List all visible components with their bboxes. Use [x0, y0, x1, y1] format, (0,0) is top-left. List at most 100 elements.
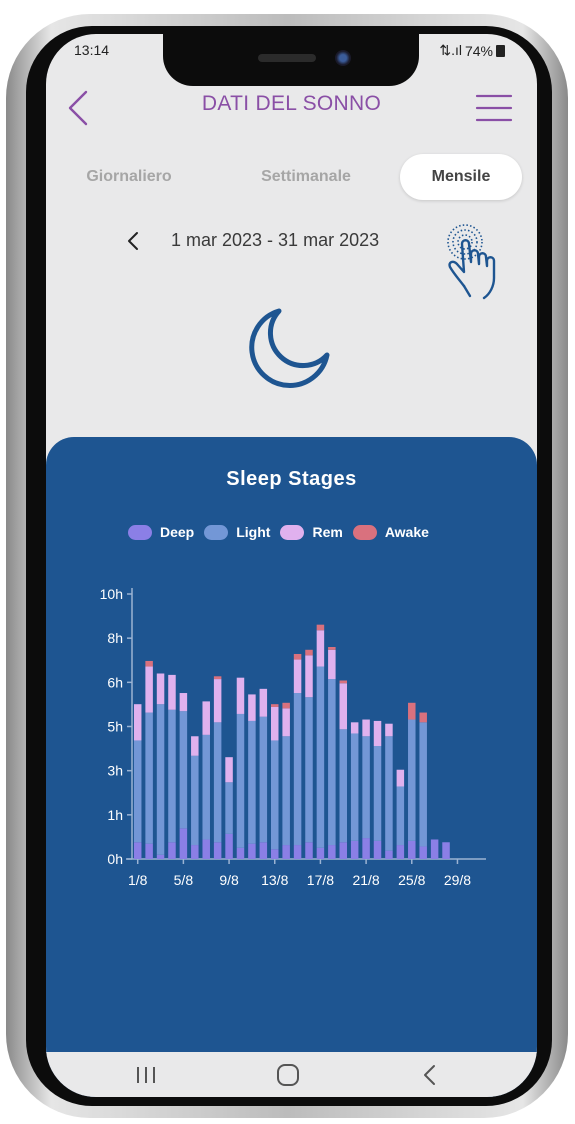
bar-light — [316, 666, 325, 848]
bar-light — [202, 734, 210, 840]
bar-rem — [213, 679, 222, 723]
bar-deep — [202, 839, 210, 859]
bar-light — [145, 712, 153, 844]
x-tick-label: 25/8 — [398, 872, 425, 888]
x-tick-label: 9/8 — [219, 872, 239, 888]
bar-awake — [316, 624, 325, 631]
bar-light — [373, 746, 382, 841]
bar-light — [362, 736, 370, 839]
bar-deep — [419, 846, 427, 859]
tab-monthly[interactable]: Mensile — [400, 154, 522, 200]
sleep-stages-chart: 0h 1h 3h 5h 6h 8h 10h 1/8 5/8 9/8 13/8 17/8 21/8 25/8… — [100, 586, 486, 888]
bar-deep — [145, 843, 153, 859]
bar-rem — [168, 674, 176, 710]
y-tick-label: 3h — [107, 763, 123, 779]
previous-period-icon[interactable] — [124, 226, 142, 256]
bar-rem — [248, 694, 256, 721]
x-tick-label: 21/8 — [352, 872, 379, 888]
bar-rem — [316, 630, 325, 667]
chart-title: Sleep Stages — [226, 468, 357, 490]
bar-light — [213, 722, 222, 843]
bar-rem — [191, 736, 199, 756]
bar-rem — [328, 649, 336, 680]
back-nav-icon[interactable] — [410, 1060, 450, 1090]
y-tick-label: 1h — [107, 807, 123, 823]
bar-deep — [225, 833, 233, 859]
x-tick-label: 17/8 — [307, 872, 334, 888]
bar-deep — [362, 838, 370, 859]
bar-rem — [133, 704, 142, 741]
moon-icon — [249, 308, 330, 388]
page-title: DATI DEL SONNO — [201, 92, 382, 115]
battery-level: 74% — [464, 42, 493, 59]
bar-deep — [373, 840, 382, 859]
bar-light — [248, 720, 256, 844]
y-tick-label: 10h — [100, 586, 123, 602]
x-tick-label: 29/8 — [444, 872, 471, 888]
bar-light — [179, 711, 188, 829]
bar-deep — [179, 828, 188, 859]
bar-light — [225, 782, 233, 834]
bar-deep — [385, 850, 393, 859]
speaker-grille — [258, 54, 316, 62]
bar-light — [259, 716, 268, 843]
bar-light — [270, 740, 279, 850]
bar-deep — [236, 847, 245, 859]
date-range: 1 mar 2023 - 31 mar 2023 — [171, 230, 380, 250]
tab-daily[interactable]: Giornaliero — [74, 154, 184, 200]
y-tick-label: 8h — [107, 630, 123, 646]
bar-rem — [282, 708, 290, 737]
bar-rem — [373, 720, 382, 747]
bar-rem — [145, 666, 153, 713]
bar-awake — [339, 680, 348, 684]
bar-rem — [385, 723, 393, 737]
bar-deep — [430, 839, 439, 859]
bar-rem — [305, 655, 313, 698]
status-right: ⇅.ıl 74% — [439, 42, 505, 59]
x-tick-label: 13/8 — [261, 872, 288, 888]
bar-rem — [293, 659, 302, 694]
bar-deep — [305, 842, 313, 859]
bar-awake — [419, 712, 427, 723]
bar-deep — [339, 842, 348, 859]
bar-deep — [293, 845, 302, 859]
period-tabs: Giornaliero Settimanale Mensile — [66, 154, 526, 202]
menu-icon[interactable] — [475, 92, 513, 124]
front-camera — [335, 50, 351, 66]
bar-light — [168, 709, 176, 843]
y-tick-label: 5h — [107, 719, 123, 735]
bar-deep — [270, 849, 279, 859]
bar-deep — [191, 845, 199, 859]
bar-light — [396, 786, 405, 846]
bar-light — [385, 736, 393, 851]
bar-rem — [396, 769, 405, 787]
tab-weekly[interactable]: Settimanale — [241, 154, 371, 200]
bar-rem — [350, 722, 359, 734]
bar-rem — [339, 683, 348, 730]
bar-rem — [236, 677, 245, 714]
status-time: 13:14 — [74, 42, 110, 58]
bar-deep — [408, 840, 416, 859]
bar-light — [350, 733, 359, 841]
bar-awake — [408, 702, 416, 720]
battery-icon — [496, 44, 505, 57]
bar-deep — [328, 845, 336, 859]
bar-awake — [282, 702, 290, 709]
x-tick-label: 1/8 — [128, 872, 148, 888]
bar-deep — [316, 847, 325, 859]
bar-rem — [225, 757, 233, 783]
x-tick-label: 5/8 — [174, 872, 194, 888]
bar-light — [282, 736, 290, 846]
recent-apps-icon[interactable] — [126, 1060, 166, 1090]
y-tick-label: 0h — [107, 851, 123, 867]
bar-rem — [156, 673, 165, 705]
bar-light — [328, 679, 336, 846]
home-icon[interactable] — [268, 1060, 308, 1090]
bar-light — [305, 697, 313, 843]
bar-deep — [396, 845, 405, 859]
app-screen: 13:14 ⇅.ıl 74% DATI DEL SONNO Giornalier… — [46, 34, 537, 1097]
tap-hand-icon — [447, 224, 496, 300]
y-tick-label: 6h — [107, 674, 123, 690]
bar-awake — [305, 649, 313, 656]
bar-light — [236, 713, 245, 848]
